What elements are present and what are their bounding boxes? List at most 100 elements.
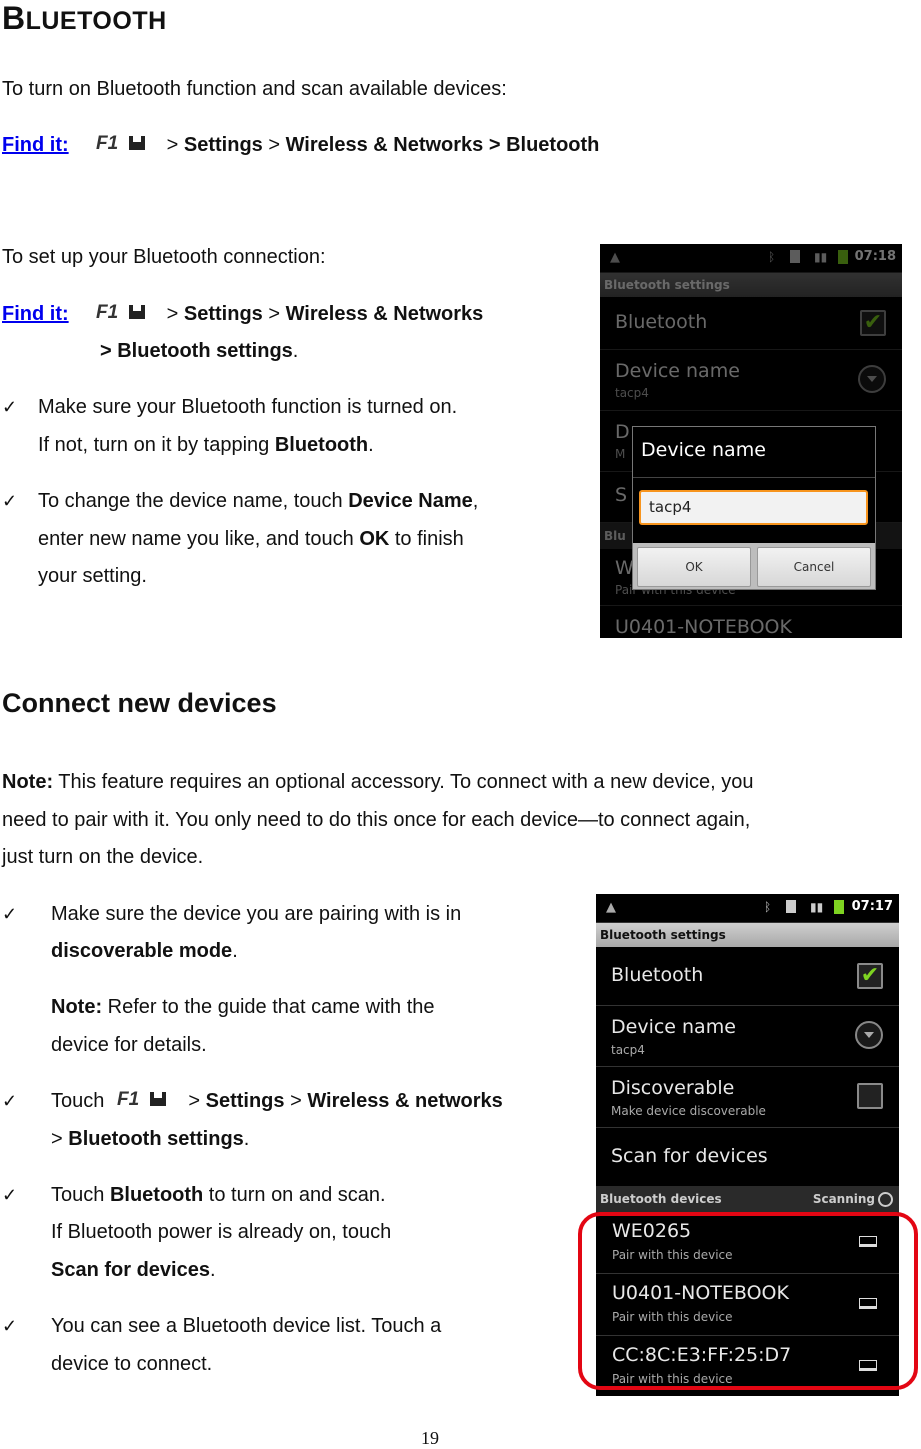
path-wireless: Wireless & Networks xyxy=(285,303,484,325)
discoverable-row[interactable]: Discoverable Make device discoverable xyxy=(596,1067,899,1128)
find-it-path-2-cont: > Bluetooth settings. xyxy=(100,332,298,370)
text: Refer to the guide that came with the xyxy=(102,996,435,1018)
dialog-buttons: OK Cancel xyxy=(633,543,875,589)
path-wireless: Wireless & networks xyxy=(307,1090,503,1112)
bullet-item: ✓ Make sure the device you are pairing wi… xyxy=(2,895,461,933)
bullet-text: To change the device name, touch xyxy=(38,490,349,512)
dialog-title: Device name xyxy=(633,427,875,478)
text: . xyxy=(209,1259,216,1281)
intro-text-1: To turn on Bluetooth function and scan a… xyxy=(2,78,507,100)
section-heading-text: Connect new devices xyxy=(2,688,277,718)
device-name-dialog: Device name tacp4 OK Cancel xyxy=(632,426,876,590)
screenshot-device-name-dialog: ▲ ᛒ ▮▮ 07:18 Bluetooth settings Bluetoot… xyxy=(600,244,902,638)
intro-text-2: To set up your Bluetooth connection: xyxy=(2,246,326,268)
checkmark-icon: ✓ xyxy=(2,1091,18,1111)
text: to finish xyxy=(389,528,464,550)
row-label: Bluetooth xyxy=(611,964,704,986)
bullet-item: ✓ Make sure your Bluetooth function is tu… xyxy=(2,388,457,426)
highlight-box xyxy=(578,1212,918,1390)
dropdown-icon[interactable] xyxy=(855,1021,883,1049)
path-bluetooth-settings: > Bluetooth settings xyxy=(100,340,293,362)
bold-text: Device Name xyxy=(348,490,473,512)
bullet-text-cont: device to connect. xyxy=(51,1353,213,1375)
bullet-text-cont: discoverable mode. xyxy=(51,932,238,970)
bullet-note: Note: Refer to the guide that came with … xyxy=(51,988,435,1026)
bold-text: Bluetooth xyxy=(274,434,369,456)
bluetooth-icon: ᛒ xyxy=(764,900,772,914)
bullet-text-cont: If not, turn on it by tapping Bluetooth. xyxy=(38,426,374,464)
text: to turn on and scan. xyxy=(203,1184,386,1206)
path-sep: > xyxy=(166,303,179,325)
path-sep: > xyxy=(188,1090,201,1112)
device-name-row[interactable]: Device name tacp4 xyxy=(596,1006,899,1067)
checkmark-icon: ✓ xyxy=(2,1316,18,1336)
text: This feature requires an optional access… xyxy=(53,771,754,793)
text: . xyxy=(368,434,374,456)
bullet-item: ✓ Touch > Settings > Wireless & networks xyxy=(2,1082,503,1120)
find-it-link[interactable]: Find it: xyxy=(2,134,69,156)
page-number: 19 xyxy=(421,1428,439,1448)
android-icon: ▲ xyxy=(606,900,616,915)
f1-menu-key-icon xyxy=(95,133,153,153)
bold-text: discoverable mode xyxy=(51,940,233,962)
path-bluetooth-settings: Bluetooth settings xyxy=(68,1128,244,1150)
note-text: just turn on the device. xyxy=(2,846,204,868)
spinner-icon xyxy=(878,1192,893,1207)
path-settings: Settings xyxy=(183,134,263,156)
bold-text: OK xyxy=(359,528,390,550)
ok-button[interactable]: OK xyxy=(637,547,751,587)
path-settings: Settings xyxy=(205,1090,285,1112)
page-title: BLUETOOTH xyxy=(2,0,167,37)
device-name-input[interactable]: tacp4 xyxy=(639,490,868,525)
row-label: Discoverable xyxy=(611,1077,735,1099)
find-it-link[interactable]: Find it: xyxy=(2,303,69,325)
bold-text: Bluetooth xyxy=(109,1184,204,1206)
bullet-text-cont: Scan for devices. xyxy=(51,1251,216,1289)
path-settings: Settings xyxy=(183,303,263,325)
checkmark-icon: ✓ xyxy=(2,397,18,417)
battery-icon xyxy=(834,900,844,914)
note-text: need to pair with it. You only need to d… xyxy=(2,809,751,831)
checkmark-icon: ✓ xyxy=(2,491,18,511)
scanning-label: Scanning xyxy=(812,1192,875,1206)
bullet-text-cont: > Bluetooth settings. xyxy=(51,1120,249,1158)
find-it-path-1: Find it: > Settings > Wireless & Networks… xyxy=(2,126,599,164)
devices-section-header: Bluetooth devices Scanning xyxy=(596,1186,899,1212)
period: . xyxy=(292,340,299,362)
path-wireless-bluetooth: Wireless & Networks > Bluetooth xyxy=(285,134,600,156)
bullet-text: Make sure your Bluetooth function is tur… xyxy=(38,396,458,418)
bluetooth-row[interactable]: Bluetooth ✔ xyxy=(596,947,899,1006)
path-sep: > xyxy=(268,303,281,325)
bullet-item: ✓ To change the device name, touch Device… xyxy=(2,482,478,520)
f1-menu-key-icon xyxy=(95,302,153,322)
bullet-note-cont: device for details. xyxy=(51,1034,207,1056)
bullet-item: ✓ Touch Bluetooth to turn on and scan. xyxy=(2,1176,386,1214)
bullet-text: Make sure the device you are pairing wit… xyxy=(51,903,462,925)
section-title: Bluetooth devices xyxy=(600,1192,722,1206)
title-initial: B xyxy=(2,0,26,36)
row-sub: tacp4 xyxy=(611,1043,645,1057)
row-sub: Make device discoverable xyxy=(611,1104,766,1118)
bluetooth-checkbox[interactable]: ✔ xyxy=(857,963,883,989)
bullet-text-cont: your setting. xyxy=(38,565,147,587)
path-sep: > xyxy=(51,1128,69,1150)
cancel-button[interactable]: Cancel xyxy=(757,547,871,587)
discoverable-checkbox[interactable] xyxy=(857,1083,883,1109)
row-label: Device name xyxy=(611,1016,736,1038)
bullet-text-cont: enter new name you like, and touch OK to… xyxy=(38,520,464,558)
text: . xyxy=(232,940,238,962)
text: . xyxy=(243,1128,250,1150)
scan-for-devices-row[interactable]: Scan for devices xyxy=(596,1128,899,1186)
f1-menu-key-icon xyxy=(116,1089,174,1109)
path-sep: > xyxy=(166,134,179,156)
sim-icon xyxy=(786,900,796,913)
text: Touch xyxy=(51,1090,105,1112)
row-label: Scan for devices xyxy=(611,1145,768,1167)
find-it-path-2: Find it: > Settings > Wireless & Networks xyxy=(2,295,483,333)
checkmark-icon: ✓ xyxy=(2,904,18,924)
bullet-text: You can see a Bluetooth device list. Tou… xyxy=(51,1315,442,1337)
status-bar: ▲ ᛒ ▮▮ 07:17 xyxy=(596,894,899,923)
text: If not, turn on it by tapping xyxy=(38,434,275,456)
text: , xyxy=(472,490,479,512)
checkmark-icon: ✓ xyxy=(2,1185,18,1205)
